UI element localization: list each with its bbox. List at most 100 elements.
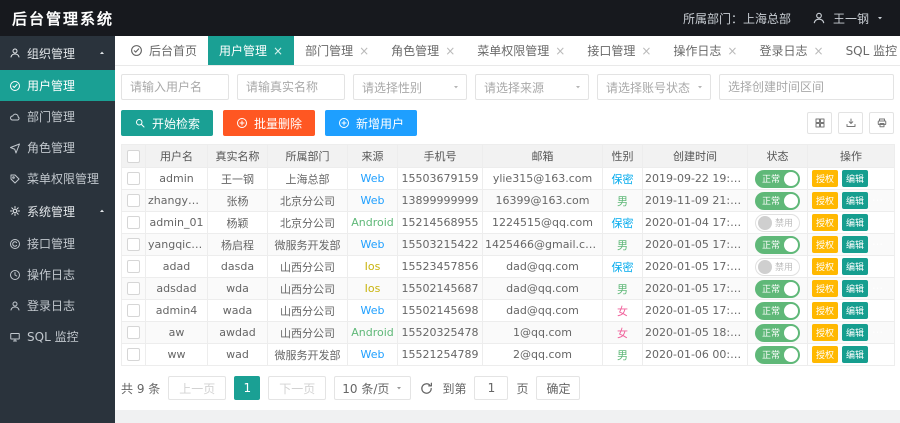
- batch-delete-button[interactable]: 批量删除: [223, 110, 315, 136]
- created-range-filter[interactable]: [719, 74, 894, 100]
- edit-button[interactable]: 编辑: [842, 280, 868, 297]
- authorize-button[interactable]: 授权: [812, 236, 838, 253]
- status-toggle[interactable]: 正常: [755, 236, 800, 254]
- top-header: 后台管理系统 所属部门：上海总部 王一钢: [0, 0, 900, 36]
- tab-home[interactable]: 后台首页: [119, 36, 208, 65]
- tab-role-management[interactable]: 角色管理 ×: [380, 36, 466, 65]
- status-toggle[interactable]: 正常: [755, 192, 800, 210]
- row-checkbox[interactable]: [127, 194, 140, 207]
- close-icon[interactable]: ×: [814, 45, 824, 57]
- status-toggle[interactable]: 正常: [755, 170, 800, 188]
- tab-label: 登录日志: [759, 42, 807, 59]
- row-checkbox[interactable]: [127, 282, 140, 295]
- table-row: adaddasda山西分公司Ios15523457856dad@qq.com保密…: [122, 256, 895, 278]
- print-button[interactable]: [869, 112, 894, 134]
- account-status-filter[interactable]: 请选择账号状态: [597, 74, 711, 100]
- close-icon[interactable]: ×: [359, 45, 369, 57]
- search-button[interactable]: 开始检索: [121, 110, 213, 136]
- close-icon[interactable]: ×: [445, 45, 455, 57]
- tab-operation-log[interactable]: 操作日志×: [662, 36, 748, 65]
- goto-page-input[interactable]: [474, 376, 508, 400]
- close-icon[interactable]: ×: [727, 45, 737, 57]
- authorize-button[interactable]: 授权: [812, 258, 838, 275]
- export-button[interactable]: [838, 112, 863, 134]
- add-user-button[interactable]: 新增用户: [325, 110, 417, 136]
- cell-username: admin_01: [146, 212, 208, 234]
- sidebar-item-label: 角色管理: [27, 139, 75, 156]
- sidebar-item-sql-monitor[interactable]: SQL 监控: [0, 321, 115, 352]
- sidebar-item-api-management[interactable]: 接口管理: [0, 228, 115, 259]
- status-toggle[interactable]: 正常: [755, 346, 800, 364]
- edit-button[interactable]: 编辑: [842, 258, 868, 275]
- row-checkbox[interactable]: [127, 304, 140, 317]
- realname-filter[interactable]: [237, 74, 345, 100]
- cell-phone: 13899999999: [398, 190, 483, 212]
- cell-phone: 15521254789: [398, 344, 483, 366]
- authorize-button[interactable]: 授权: [812, 170, 838, 187]
- status-toggle[interactable]: 正常: [755, 324, 800, 342]
- page-size-select[interactable]: 10 条/页: [334, 376, 411, 400]
- authorize-button[interactable]: 授权: [812, 192, 838, 209]
- source-filter[interactable]: 请选择来源: [475, 74, 589, 100]
- sidebar-item-department-management[interactable]: 部门管理: [0, 101, 115, 132]
- row-checkbox[interactable]: [127, 326, 140, 339]
- tab-user-management[interactable]: 用户管理×: [208, 36, 294, 65]
- authorize-button[interactable]: 授权: [812, 214, 838, 231]
- edit-button[interactable]: 编辑: [842, 346, 868, 363]
- authorize-button[interactable]: 授权: [812, 346, 838, 363]
- gender-filter[interactable]: 请选择性别: [353, 74, 467, 100]
- filter-columns-button[interactable]: [807, 112, 832, 134]
- row-checkbox[interactable]: [127, 238, 140, 251]
- cell-department: 上海总部: [268, 168, 348, 190]
- row-checkbox[interactable]: [127, 172, 140, 185]
- edit-button[interactable]: 编辑: [842, 324, 868, 341]
- edit-button[interactable]: 编辑: [842, 236, 868, 253]
- tab-label: 菜单权限管理: [477, 42, 549, 59]
- sidebar-item-user-management[interactable]: 用户管理: [0, 70, 115, 101]
- tab-api-management[interactable]: 接口管理×: [576, 36, 662, 65]
- prev-page-button[interactable]: 上一页: [168, 376, 226, 400]
- chevron-down-icon[interactable]: [876, 14, 884, 22]
- next-page-button[interactable]: 下一页: [268, 376, 326, 400]
- sidebar-item-label: 菜单权限管理: [27, 170, 99, 187]
- status-toggle[interactable]: 正常: [755, 280, 800, 298]
- close-icon[interactable]: ×: [555, 45, 565, 57]
- authorize-button[interactable]: 授权: [812, 280, 838, 297]
- edit-button[interactable]: 编辑: [842, 170, 868, 187]
- close-icon[interactable]: ×: [641, 45, 651, 57]
- tab-menu-permission-management[interactable]: 菜单权限管理 ×: [466, 36, 576, 65]
- sidebar-item-operation-log[interactable]: 操作日志: [0, 259, 115, 290]
- page-1-button[interactable]: 1: [234, 376, 260, 400]
- goto-confirm-button[interactable]: 确定: [536, 376, 580, 400]
- sidebar-group-organization-management[interactable]: 组织管理: [0, 36, 115, 70]
- row-checkbox[interactable]: [127, 216, 140, 229]
- table-body: admin王一钢上海总部Web15503679159ylie315@163.co…: [122, 168, 895, 366]
- edit-button[interactable]: 编辑: [842, 214, 868, 231]
- tab-department-management[interactable]: 部门管理×: [294, 36, 380, 65]
- status-toggle[interactable]: 禁用: [755, 214, 800, 232]
- sidebar-item-role-management[interactable]: 角色管理: [0, 132, 115, 163]
- cell-real-name: wda: [208, 278, 268, 300]
- sidebar-item-menu-permission-management[interactable]: 菜单权限管理: [0, 163, 115, 194]
- sidebar-item-login-log[interactable]: 登录日志: [0, 290, 115, 321]
- column-header: 所属部门: [268, 145, 348, 168]
- status-toggle[interactable]: 正常: [755, 302, 800, 320]
- select-all-checkbox[interactable]: [127, 150, 140, 163]
- current-user-name[interactable]: 王一钢: [833, 10, 869, 27]
- close-icon[interactable]: ×: [273, 45, 283, 57]
- username-filter[interactable]: [121, 74, 229, 100]
- edit-button[interactable]: 编辑: [842, 302, 868, 319]
- status-toggle[interactable]: 禁用: [755, 258, 800, 276]
- authorize-button[interactable]: 授权: [812, 324, 838, 341]
- cell-email: 1@qq.com: [483, 322, 603, 344]
- sidebar-group-system-management[interactable]: 系统管理: [0, 194, 115, 228]
- edit-button[interactable]: 编辑: [842, 192, 868, 209]
- tab-login-log[interactable]: 登录日志 ×: [748, 36, 834, 65]
- row-checkbox[interactable]: [127, 348, 140, 361]
- tab-sql-monitor[interactable]: SQL 监控×: [835, 36, 900, 65]
- authorize-button[interactable]: 授权: [812, 302, 838, 319]
- row-checkbox[interactable]: [127, 260, 140, 273]
- plus-circle-icon: [338, 117, 350, 129]
- tab-label: 角色管理: [391, 42, 439, 59]
- refresh-icon[interactable]: [419, 381, 434, 396]
